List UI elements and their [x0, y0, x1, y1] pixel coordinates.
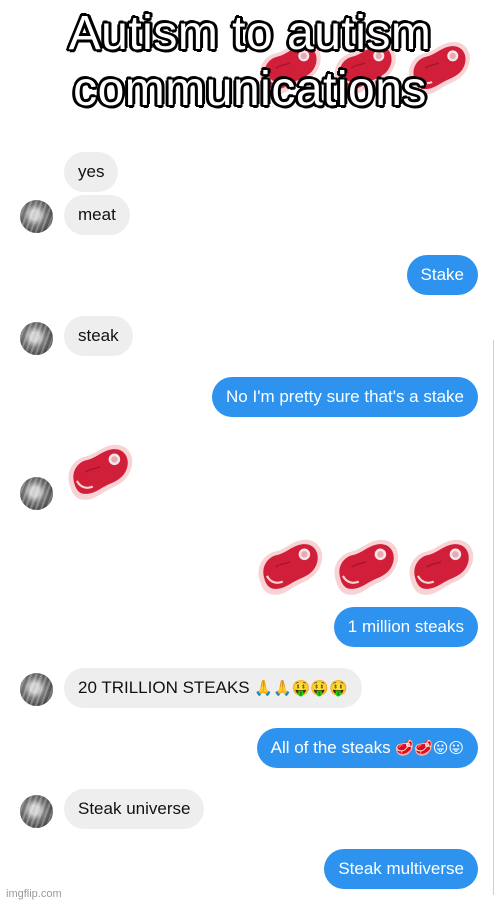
message-bubble-outgoing[interactable]: Stake: [406, 255, 478, 295]
message-bubble-outgoing[interactable]: All of the steaks 🥩🥩😛😛: [256, 728, 478, 768]
scrollbar[interactable]: [493, 340, 494, 895]
message-bubble-outgoing[interactable]: No I'm pretty sure that's a stake: [212, 377, 478, 417]
steak-emoji-icon: [330, 535, 402, 601]
steak-emoji-icon: [254, 535, 326, 601]
caption-line-1: Autism to autism: [68, 7, 432, 60]
emoji-suffix: 🥩🥩😛😛: [395, 739, 464, 757]
avatar[interactable]: [20, 673, 53, 706]
message-text: All of the steaks: [270, 738, 391, 757]
message-bubble-incoming[interactable]: 20 TRILLION STEAKS 🙏🙏🤑🤑🤑: [64, 668, 362, 708]
avatar[interactable]: [20, 322, 53, 355]
steak-emoji-icon: [405, 535, 477, 601]
meme-caption: Autism to autism communications: [0, 6, 500, 118]
watermark: imgflip.com: [6, 888, 62, 900]
message-bubble-incoming[interactable]: meat: [64, 195, 130, 235]
message-bubble-outgoing[interactable]: Steak multiverse: [324, 849, 478, 889]
avatar[interactable]: [20, 795, 53, 828]
message-bubble-incoming[interactable]: yes: [64, 152, 119, 192]
message-bubble-incoming[interactable]: steak: [64, 316, 133, 356]
emoji-suffix: 🙏🙏🤑🤑🤑: [254, 679, 348, 697]
message-bubble-incoming[interactable]: Steak universe: [64, 789, 205, 829]
caption-line-2: communications: [73, 63, 427, 116]
steak-emoji-icon[interactable]: [64, 440, 136, 506]
message-text: 20 TRILLION STEAKS: [78, 678, 250, 697]
avatar[interactable]: [20, 477, 53, 510]
message-bubble-outgoing[interactable]: 1 million steaks: [333, 607, 478, 647]
avatar[interactable]: [20, 200, 53, 233]
